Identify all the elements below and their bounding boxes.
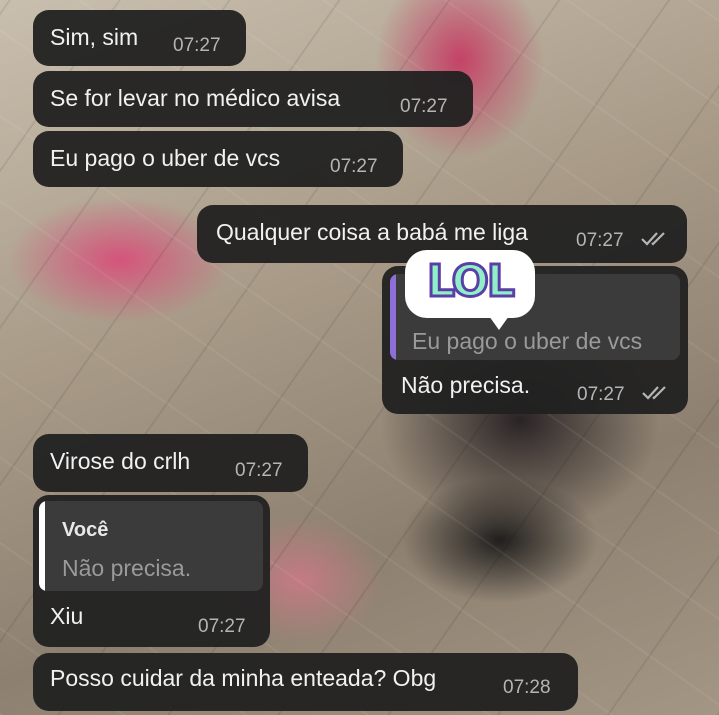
message-text: Não precisa. (401, 372, 531, 398)
quote-text: Eu pago o uber de vcs (412, 328, 643, 354)
message-text: Posso cuidar da minha enteada? Obg (50, 665, 437, 691)
message-bubble-incoming[interactable]: Posso cuidar da minha enteada? Obg 07:28 (33, 653, 578, 711)
message-time: 07:27 (576, 230, 624, 251)
reply-quote[interactable]: Você Não precisa. (39, 501, 263, 591)
message-bubble-incoming[interactable]: Virose do crlh 07:27 (33, 434, 308, 492)
sticker-text: LOL (426, 255, 517, 309)
double-check-icon (642, 386, 666, 400)
message-bubble-incoming[interactable]: Eu pago o uber de vcs 07:27 (33, 131, 403, 187)
quote-bar (39, 501, 45, 591)
message-time: 07:27 (577, 384, 625, 405)
message-bubble-incoming[interactable]: Se for levar no médico avisa 07:27 (33, 71, 473, 127)
message-time: 07:27 (330, 156, 378, 177)
quote-author: Você (62, 519, 109, 541)
message-time: 07:27 (198, 616, 246, 637)
message-bubble-incoming[interactable]: Sim, sim 07:27 (33, 10, 246, 66)
quote-text: Não precisa. (62, 555, 192, 581)
message-text: Sim, sim (50, 24, 139, 50)
lol-sticker[interactable]: LOL (405, 250, 535, 330)
message-time: 07:27 (400, 96, 448, 117)
message-bubble-incoming-reply[interactable]: Você Não precisa. Xiu 07:27 (33, 495, 270, 647)
quote-bar (390, 274, 396, 360)
message-text: Xiu (50, 603, 84, 629)
message-text: Se for levar no médico avisa (50, 85, 341, 111)
message-time: 07:27 (173, 35, 221, 56)
message-text: Virose do crlh (50, 448, 191, 474)
message-text: Qualquer coisa a babá me liga (216, 219, 528, 245)
message-text: Eu pago o uber de vcs (50, 145, 281, 171)
double-check-icon (641, 232, 665, 246)
message-time: 07:27 (235, 460, 283, 481)
message-time: 07:28 (503, 677, 551, 698)
